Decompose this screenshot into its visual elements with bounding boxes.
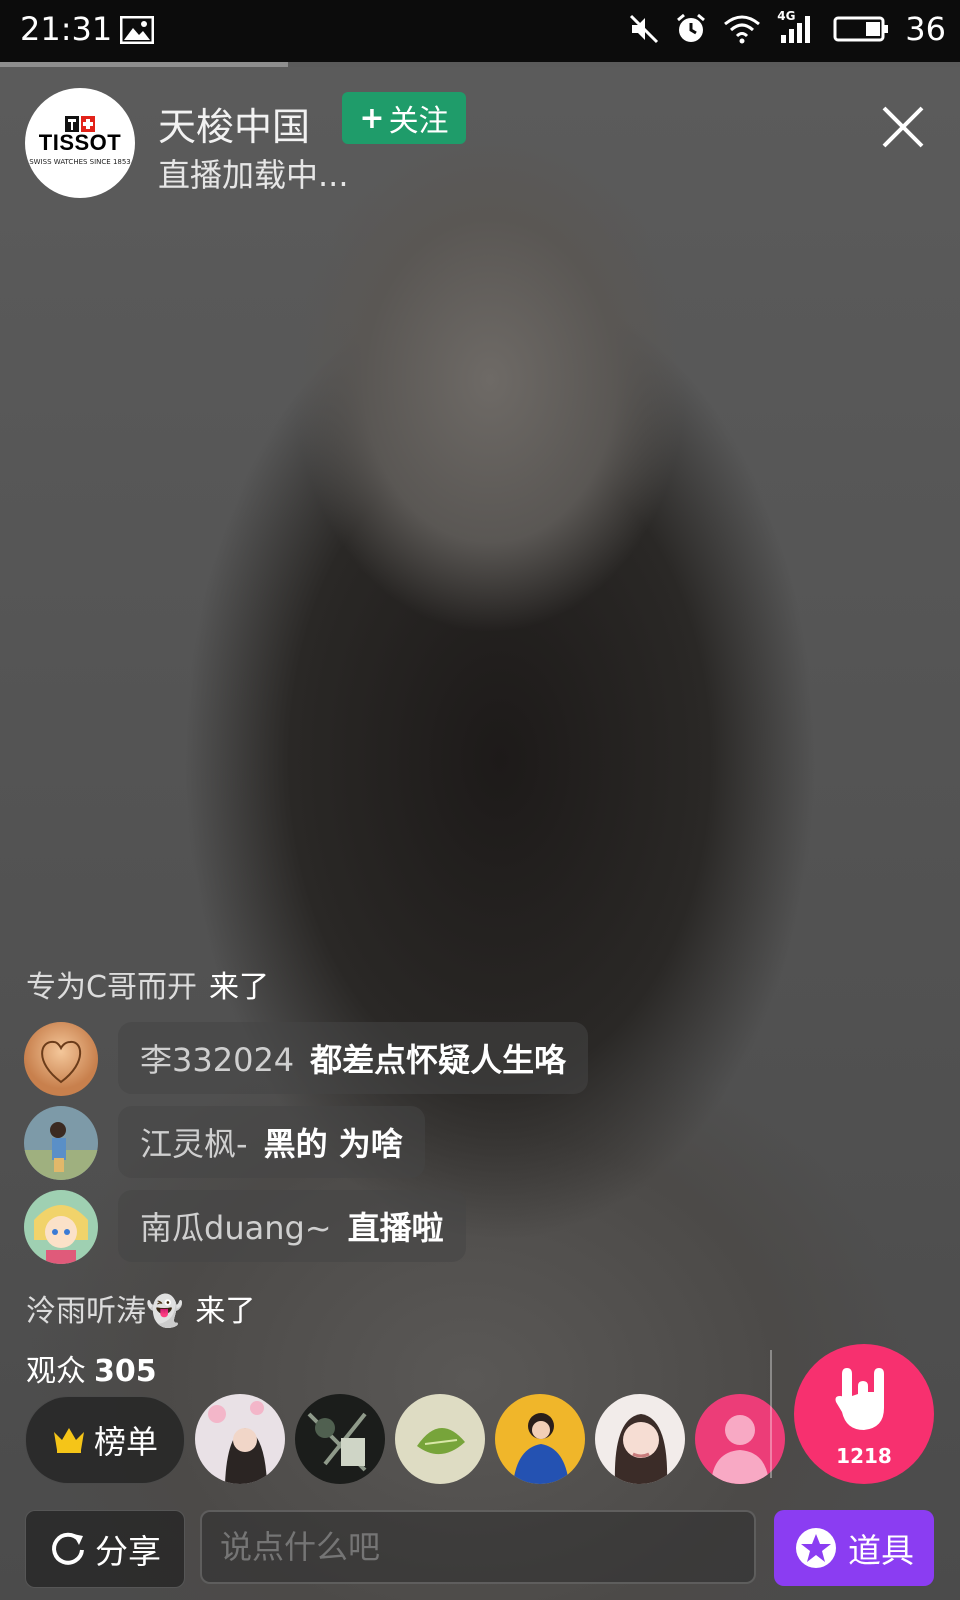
chat-avatar[interactable] <box>24 1190 98 1264</box>
chat-bubble: 李332024 都差点怀疑人生咯 <box>118 1022 589 1094</box>
ranking-button[interactable]: 榜单 <box>25 1396 185 1484</box>
viewer-label: 观众 <box>26 1354 86 1389</box>
join-notice: 专为C哥而开 来了 <box>26 962 269 1006</box>
viewer-avatar[interactable] <box>395 1394 485 1484</box>
chat-avatar[interactable] <box>24 1022 98 1096</box>
plus-icon: + <box>359 100 385 136</box>
join-notice: 泠雨听涛👻 来了 <box>26 1286 255 1330</box>
battery-icon <box>833 15 889 43</box>
live-stream-screen: 21:31 4G 36 TISSOT SWISS WATCHES SINCE 1… <box>0 0 960 1600</box>
viewer-avatar[interactable] <box>595 1394 685 1484</box>
like-count: 1218 <box>836 1444 892 1468</box>
battery-level: 36 <box>905 10 946 48</box>
chat-username[interactable]: 南瓜duang~ <box>140 1203 332 1249</box>
chat-text: 都差点怀疑人生咯 <box>310 1041 567 1079</box>
host-avatar[interactable]: TISSOT SWISS WATCHES SINCE 1853 <box>25 88 135 198</box>
star-icon <box>796 1528 836 1568</box>
chat-text: 直播啦 <box>347 1209 444 1247</box>
status-time: 21:31 <box>20 10 113 48</box>
mute-icon <box>629 14 659 44</box>
viewer-avatar[interactable] <box>295 1394 385 1484</box>
status-bar: 21:31 4G 36 <box>0 0 960 62</box>
signal-icon: 4G <box>777 9 817 45</box>
chat-bubble: 江灵枫- 黑的 为啥 <box>118 1106 425 1178</box>
share-label: 分享 <box>95 1532 161 1571</box>
avatar-divider <box>770 1350 772 1478</box>
props-button[interactable]: 道具 <box>774 1510 934 1586</box>
ranking-label: 榜单 <box>93 1423 158 1461</box>
viewer-count: 观众 305 <box>26 1346 157 1390</box>
host-name[interactable]: 天梭中国 <box>158 96 310 151</box>
comment-input[interactable] <box>200 1510 756 1584</box>
follow-label: 关注 <box>388 104 449 139</box>
viewer-number: 305 <box>94 1354 157 1389</box>
image-icon <box>119 15 155 48</box>
chat-username[interactable]: 李332024 <box>140 1035 294 1081</box>
viewer-avatar[interactable] <box>495 1394 585 1484</box>
host-avatar-tagline: SWISS WATCHES SINCE 1853 <box>29 158 131 166</box>
share-icon <box>52 1532 84 1565</box>
crown-icon <box>53 1428 84 1453</box>
notice-user: 泠雨听涛👻 <box>26 1294 184 1329</box>
close-icon <box>882 106 924 148</box>
loading-progress-fill <box>0 62 288 67</box>
wifi-icon <box>723 14 761 44</box>
notice-user: 专为C哥而开 <box>26 970 197 1005</box>
follow-button[interactable]: + 关注 <box>342 92 466 144</box>
loading-progress-bar <box>0 62 960 67</box>
notice-text: 来了 <box>208 970 269 1005</box>
network-type: 4G <box>777 9 796 23</box>
notice-text: 来了 <box>195 1294 256 1329</box>
viewer-avatar[interactable] <box>195 1394 285 1484</box>
alarm-icon <box>675 13 707 45</box>
chat-username[interactable]: 江灵枫- <box>140 1119 248 1165</box>
host-avatar-brand: TISSOT <box>38 130 122 155</box>
chat-bubble: 南瓜duang~ 直播啦 <box>118 1190 466 1262</box>
props-label: 道具 <box>848 1531 914 1570</box>
stream-status: 直播加载中... <box>158 156 349 194</box>
close-button[interactable] <box>878 102 928 152</box>
share-button[interactable]: 分享 <box>25 1510 185 1588</box>
chat-text: 黑的 为啥 <box>263 1125 403 1163</box>
like-button[interactable]: 1218 <box>794 1344 934 1484</box>
chat-avatar[interactable] <box>24 1106 98 1180</box>
rock-hand-icon <box>835 1368 884 1430</box>
